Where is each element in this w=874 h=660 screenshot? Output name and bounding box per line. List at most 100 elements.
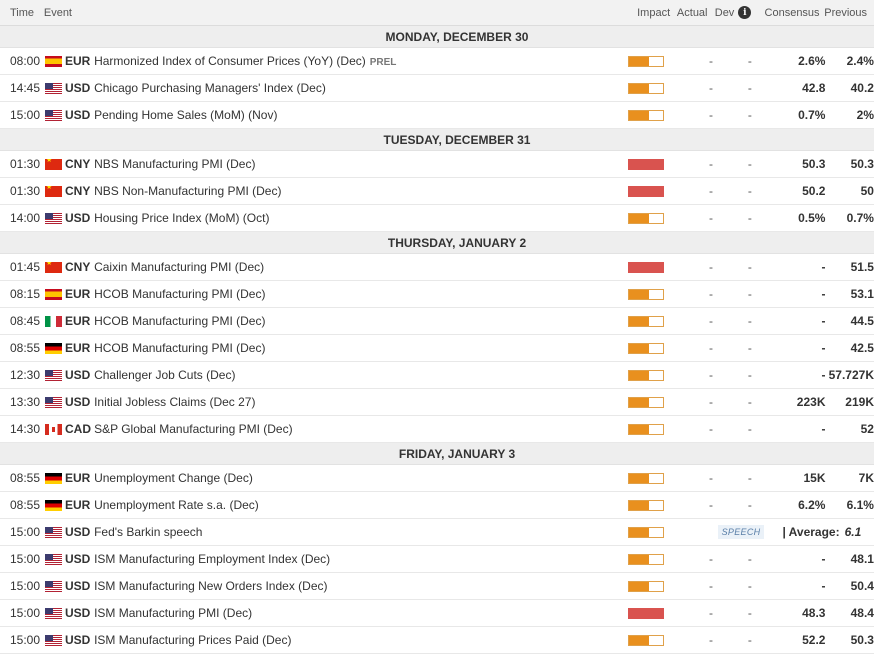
impact-cell: [627, 82, 692, 94]
event-name[interactable]: Unemployment Rate s.a. (Dec): [94, 498, 628, 512]
event-row[interactable]: 08:55 EUR Unemployment Change (Dec) - - 15K 7K: [0, 465, 874, 492]
deviation-value: -: [747, 314, 752, 328]
event-row[interactable]: 14:30 CAD S&P Global Manufacturing PMI (De…: [0, 416, 874, 443]
table-header: Time Event Impact Actual Dev i Consensus…: [0, 0, 874, 26]
event-name[interactable]: Housing Price Index (MoM) (Oct): [94, 211, 628, 225]
impact-medium-indicator: [627, 526, 664, 538]
event-time: 08:00: [10, 54, 41, 68]
event-name[interactable]: NBS Non-Manufacturing PMI (Dec): [94, 184, 628, 198]
event-time: 15:00: [10, 606, 41, 620]
actual-value: -: [709, 54, 714, 68]
us-flag-icon: [44, 607, 62, 619]
event-name[interactable]: ISM Manufacturing New Orders Index (Dec): [94, 579, 628, 593]
event-name[interactable]: HCOB Manufacturing PMI (Dec): [94, 314, 628, 328]
event-currency: USD: [64, 633, 91, 647]
event-name[interactable]: Initial Jobless Claims (Dec 27): [94, 395, 628, 409]
impact-bar-fill: [628, 581, 649, 591]
event-time: 15:00: [10, 633, 41, 647]
impact-medium-indicator: [627, 212, 664, 224]
us-flag-icon: [44, 109, 62, 121]
column-header-consensus[interactable]: Consensus: [765, 7, 825, 19]
event-row[interactable]: 14:45 USD Chicago Purchasing Managers' Ind…: [0, 75, 874, 102]
es-flag-icon: [44, 55, 62, 67]
date-header: FRIDAY, JANUARY 3: [0, 443, 874, 465]
column-header-actual[interactable]: Actual: [677, 7, 715, 19]
event-name[interactable]: Chicago Purchasing Managers' Index (Dec): [94, 81, 628, 95]
impact-cell: [627, 423, 692, 435]
column-header-dev[interactable]: Dev i: [715, 6, 765, 19]
event-name[interactable]: Harmonized Index of Consumer Prices (YoY…: [94, 54, 628, 68]
event-row[interactable]: 08:00 EUR Harmonized Index of Consumer Pri…: [0, 48, 874, 75]
impact-bar-fill: [628, 56, 649, 66]
consensus-value: 42.8: [802, 81, 826, 95]
event-time: 14:30: [10, 422, 41, 436]
event-name[interactable]: ISM Manufacturing Prices Paid (Dec): [94, 633, 628, 647]
previous-value: 52: [860, 422, 874, 436]
actual-value: -: [709, 498, 714, 512]
deviation-value: -: [747, 54, 752, 68]
event-time: 01:30: [10, 157, 41, 171]
column-header-time[interactable]: Time: [0, 7, 42, 19]
impact-medium-indicator: [627, 396, 664, 408]
event-row[interactable]: 01:30 CNYNBS Manufacturing PMI (Dec) - - 50.…: [0, 151, 874, 178]
event-row[interactable]: 12:30 USD Challenger Job Cuts (Dec) - - -57.7…: [0, 362, 874, 389]
deviation-value: -: [747, 81, 752, 95]
column-header-event[interactable]: Event: [42, 7, 637, 19]
ca-flag-icon: [44, 423, 62, 435]
event-name[interactable]: HCOB Manufacturing PMI (Dec): [94, 287, 628, 301]
event-row[interactable]: 15:00 USD Pending Home Sales (MoM) (Nov) - -…: [0, 102, 874, 129]
event-currency: USD: [64, 211, 91, 225]
event-row[interactable]: 01:45 CNYCaixin Manufacturing PMI (Dec) - -…: [0, 254, 874, 281]
event-row[interactable]: 08:45 EUR HCOB Manufacturing PMI (Dec) - - - 4…: [0, 308, 874, 335]
event-name[interactable]: Unemployment Change (Dec): [94, 471, 628, 485]
event-time: 01:30: [10, 184, 41, 198]
event-name[interactable]: NBS Manufacturing PMI (Dec): [94, 157, 628, 171]
us-flag-icon: [44, 580, 62, 592]
event-row[interactable]: 08:55 EUR HCOB Manufacturing PMI (Dec) - - - 4…: [0, 335, 874, 362]
previous-value: 2.4%: [846, 54, 874, 68]
info-icon[interactable]: i: [738, 6, 752, 19]
impact-bar-fill: [628, 370, 649, 380]
event-row[interactable]: 08:55 EUR Unemployment Rate s.a. (Dec) - - 6.…: [0, 492, 874, 519]
impact-medium-indicator: [627, 342, 664, 354]
event-name[interactable]: Caixin Manufacturing PMI (Dec): [94, 260, 628, 274]
event-name[interactable]: Fed's Barkin speech: [94, 525, 628, 539]
event-name[interactable]: Challenger Job Cuts (Dec): [94, 368, 628, 382]
average-value: 6.1: [844, 525, 862, 539]
us-flag-icon: [44, 634, 62, 646]
event-name[interactable]: ISM Manufacturing Employment Index (Dec): [94, 552, 628, 566]
column-header-previous[interactable]: Previous: [824, 7, 874, 19]
event-name[interactable]: S&P Global Manufacturing PMI (Dec): [94, 422, 628, 436]
cn-flag-icon: [44, 185, 62, 197]
column-header-impact[interactable]: Impact: [637, 7, 677, 19]
impact-bar-fill: [628, 424, 649, 434]
previous-value: 50.4: [850, 579, 874, 593]
impact-high-indicator: [627, 261, 664, 273]
deviation-value: -: [747, 422, 752, 436]
event-row[interactable]: 14:00 USD Housing Price Index (MoM) (Oct) -…: [0, 205, 874, 232]
event-row[interactable]: 15:00 USD ISM Manufacturing PMI (Dec) - - 48.…: [0, 600, 874, 627]
previous-value: 7K: [858, 471, 874, 485]
event-row[interactable]: 15:00 USD ISM Manufacturing Employment Ind…: [0, 546, 874, 573]
consensus-value: 52.2: [802, 633, 826, 647]
impact-cell: [627, 607, 692, 619]
consensus-value: 6.2%: [798, 498, 826, 512]
consensus-value: -: [821, 314, 826, 328]
impact-medium-indicator: [627, 369, 664, 381]
event-row[interactable]: 01:30 CNYNBS Non-Manufacturing PMI (Dec) -…: [0, 178, 874, 205]
impact-bar-fill: [628, 262, 663, 272]
deviation-value: -: [747, 211, 752, 225]
event-time: 15:00: [10, 525, 41, 539]
event-name[interactable]: Pending Home Sales (MoM) (Nov): [94, 108, 628, 122]
event-row[interactable]: 15:00 USD ISM Manufacturing Prices Paid (D…: [0, 627, 874, 654]
event-name[interactable]: HCOB Manufacturing PMI (Dec): [94, 341, 628, 355]
event-row[interactable]: 15:00 USD ISM Manufacturing New Orders Ind…: [0, 573, 874, 600]
actual-value: -: [709, 579, 714, 593]
event-currency: EUR: [64, 54, 91, 68]
event-row[interactable]: 13:30 USD Initial Jobless Claims (Dec 27) -…: [0, 389, 874, 416]
us-flag-icon: [44, 526, 62, 538]
event-name[interactable]: ISM Manufacturing PMI (Dec): [94, 606, 628, 620]
date-header: TUESDAY, DECEMBER 31: [0, 129, 874, 151]
event-row[interactable]: 08:15 EUR HCOB Manufacturing PMI (Dec) - - - 5…: [0, 281, 874, 308]
event-row[interactable]: 15:00 USD Fed's Barkin speech SPEECH | Avera…: [0, 519, 874, 546]
